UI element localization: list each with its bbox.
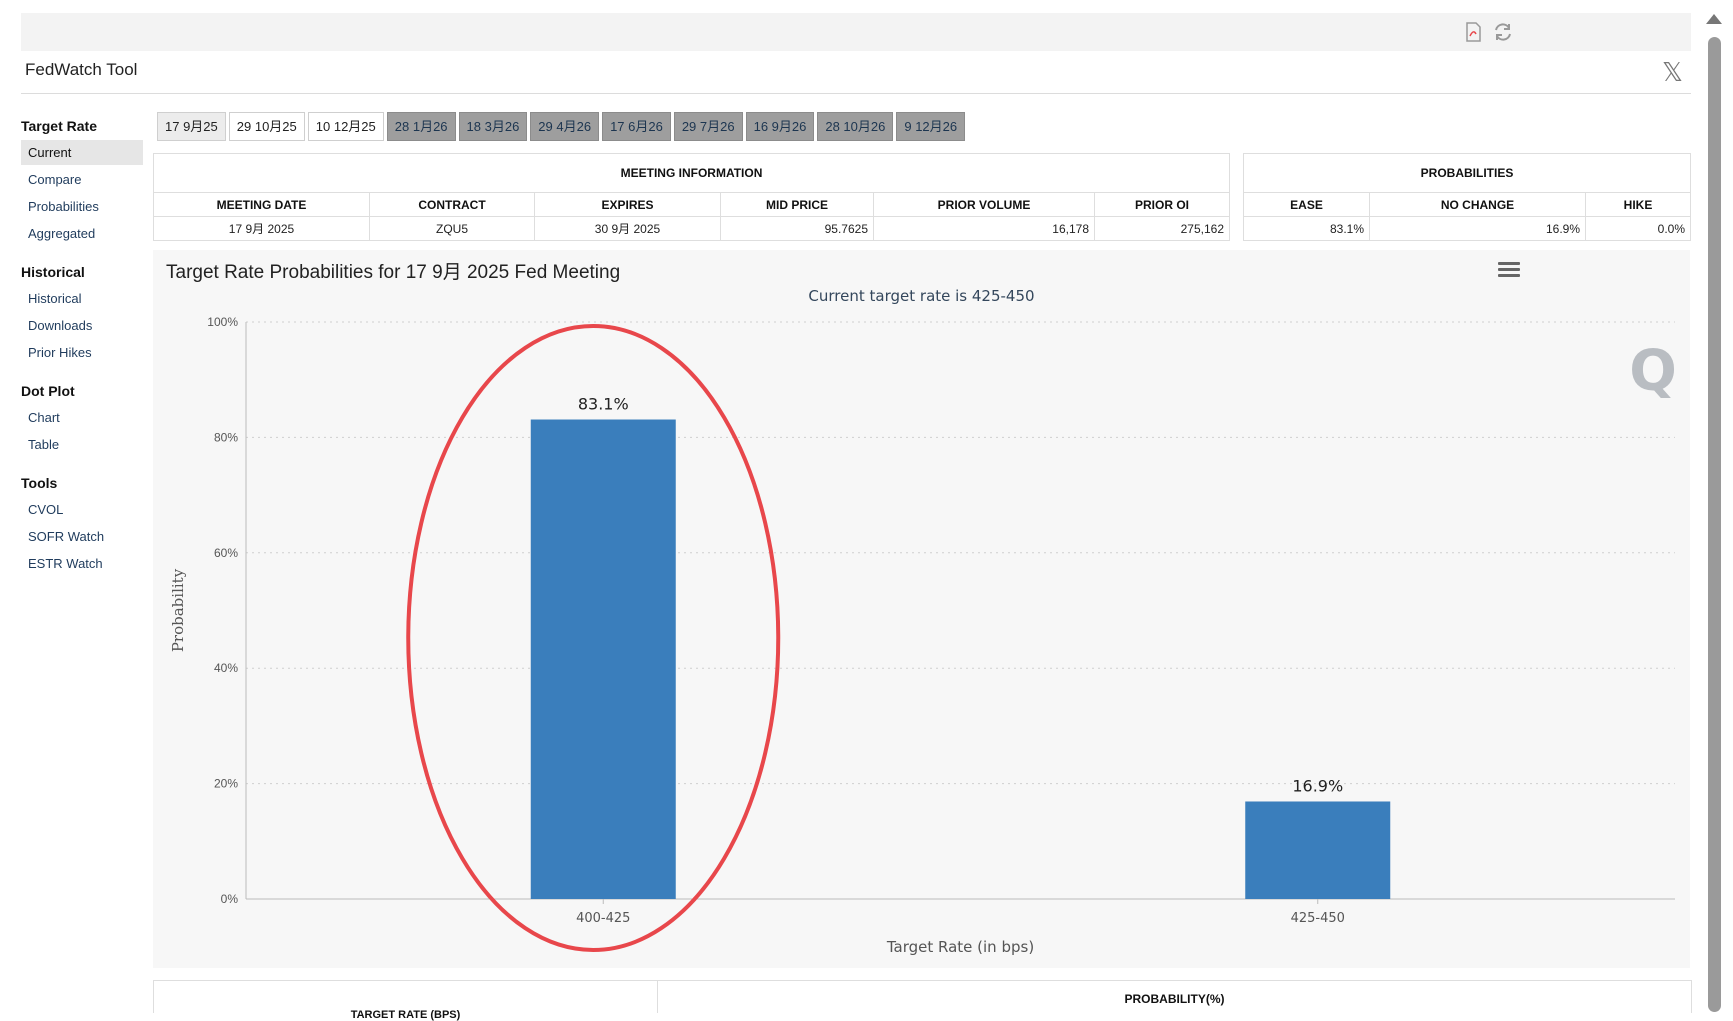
column-header: HIKE (1585, 192, 1691, 217)
chart-panel: Target Rate Probabilities for 17 9月 2025… (153, 250, 1690, 968)
column-header: EXPIRES (534, 192, 721, 217)
sidebar-item-probabilities[interactable]: Probabilities (21, 194, 143, 219)
column-header: MEETING DATE (153, 192, 370, 217)
sidebar-group-dot-plot: Dot Plot Chart Table (21, 383, 143, 457)
meeting-date-cell: 17 9月 2025 (153, 216, 370, 241)
sidebar-group-tools: Tools CVOL SOFR Watch ESTR Watch (21, 475, 143, 576)
probability-table: TARGET RATE (BPS) PROBABILITY(%) (153, 980, 1692, 1021)
chart-menu-icon[interactable] (1498, 262, 1520, 280)
mid-price-cell: 95.7625 (720, 216, 874, 241)
column-header: PROBABILITY(%) (1124, 992, 1225, 1006)
sidebar-heading: Historical (21, 264, 85, 280)
pdf-icon[interactable] (1462, 21, 1484, 43)
sidebar-item-estr-watch[interactable]: ESTR Watch (21, 551, 143, 576)
sidebar-heading: Target Rate (21, 118, 97, 134)
sidebar-group-target-rate: Target Rate Current Compare Probabilitie… (21, 118, 143, 246)
sidebar-nav: Target Rate Current Compare Probabilitie… (21, 118, 143, 594)
y-tick-label: 40% (214, 661, 238, 675)
sidebar-item-historical[interactable]: Historical (21, 286, 143, 311)
sidebar-item-current[interactable]: Current (21, 140, 143, 165)
meeting-info-heading: MEETING INFORMATION (153, 153, 1230, 193)
column-header: CONTRACT (369, 192, 535, 217)
tab-meeting[interactable]: 17 6月26 (602, 112, 671, 141)
refresh-icon[interactable] (1492, 21, 1514, 43)
column-header: MID PRICE (720, 192, 874, 217)
logo-watermark-icon: Q (1629, 339, 1677, 404)
y-axis-title: Probability (169, 568, 187, 652)
prior-volume-cell: 16,178 (873, 216, 1095, 241)
sidebar-item-compare[interactable]: Compare (21, 167, 143, 192)
tab-meeting[interactable]: 28 10月26 (817, 112, 894, 141)
column-header: TARGET RATE (BPS) (350, 1009, 461, 1021)
data-label: 83.1% (578, 395, 629, 414)
sidebar-heading: Tools (21, 475, 58, 491)
y-tick-label: 20% (214, 777, 238, 791)
x-tick-label: 425-450 (1291, 911, 1345, 926)
ease-cell: 83.1% (1243, 216, 1370, 241)
y-tick-label: 0% (221, 892, 239, 906)
column-header: PRIOR VOLUME (873, 192, 1095, 217)
prior-oi-cell: 275,162 (1094, 216, 1230, 241)
divider (21, 93, 1691, 94)
table-row: 17 9月 2025 ZQU5 30 9月 2025 95.7625 16,17… (153, 216, 1230, 241)
sidebar-item-table[interactable]: Table (21, 432, 143, 457)
sidebar-item-aggregated[interactable]: Aggregated (21, 221, 143, 246)
probability-bar-chart: 0% 20% 40% 60% 80% 100% 83.1% 400-425 16.9% 425-4… (169, 315, 1677, 956)
hike-cell: 0.0% (1585, 216, 1691, 241)
tab-meeting[interactable]: 9 12月26 (896, 112, 966, 141)
scroll-up-arrow-icon[interactable] (1706, 14, 1722, 24)
expires-cell: 30 9月 2025 (534, 216, 721, 241)
no-change-cell: 16.9% (1369, 216, 1586, 241)
tab-meeting[interactable]: 29 7月26 (673, 112, 743, 141)
probabilities-heading: PROBABILITIES (1243, 153, 1691, 193)
column-header: NO CHANGE (1369, 192, 1586, 217)
column-header: EASE (1243, 192, 1370, 217)
bar (1245, 801, 1391, 899)
tab-meeting[interactable]: 16 9月26 (745, 112, 815, 141)
sidebar-item-prior-hikes[interactable]: Prior Hikes (21, 340, 143, 365)
y-tick-label: 100% (207, 315, 238, 329)
sidebar-item-downloads[interactable]: Downloads (21, 313, 143, 338)
sidebar-item-sofr-watch[interactable]: SOFR Watch (21, 524, 143, 549)
column-header: PRIOR OI (1094, 192, 1230, 217)
tab-meeting[interactable]: 28 1月26 (386, 112, 456, 141)
x-axis-title: Target Rate (in bps) (886, 938, 1034, 956)
table-row: 83.1% 16.9% 0.0% (1243, 216, 1691, 241)
contract-cell: ZQU5 (369, 216, 535, 241)
x-share-icon[interactable]: 𝕏 (1662, 58, 1683, 88)
data-label: 16.9% (1292, 776, 1343, 795)
tab-meeting[interactable]: 10 12月25 (307, 112, 384, 141)
y-tick-label: 60% (214, 546, 238, 560)
top-toolbar (21, 13, 1691, 51)
meeting-info-table: MEETING INFORMATION MEETING DATE CONTRAC… (153, 153, 1230, 241)
tab-meeting[interactable]: 29 10月25 (228, 112, 305, 141)
y-tick-label: 80% (214, 430, 238, 444)
sidebar-group-historical: Historical Historical Downloads Prior Hi… (21, 264, 143, 365)
tab-meeting[interactable]: 17 9月25 (157, 112, 226, 141)
tab-meeting[interactable]: 29 4月26 (530, 112, 600, 141)
meeting-tabs: 17 9月25 29 10月25 10 12月25 28 1月26 18 3月2… (157, 112, 966, 141)
app-title: FedWatch Tool (25, 60, 138, 79)
sidebar-item-chart[interactable]: Chart (21, 405, 143, 430)
bar (530, 419, 676, 899)
scrollbar-thumb[interactable] (1708, 37, 1721, 1012)
tab-meeting[interactable]: 18 3月26 (458, 112, 528, 141)
sidebar-heading: Dot Plot (21, 383, 75, 399)
sidebar-item-cvol[interactable]: CVOL (21, 497, 143, 522)
probabilities-table: PROBABILITIES EASE NO CHANGE HIKE 83.1% … (1243, 153, 1691, 241)
x-tick-label: 400-425 (576, 911, 630, 926)
